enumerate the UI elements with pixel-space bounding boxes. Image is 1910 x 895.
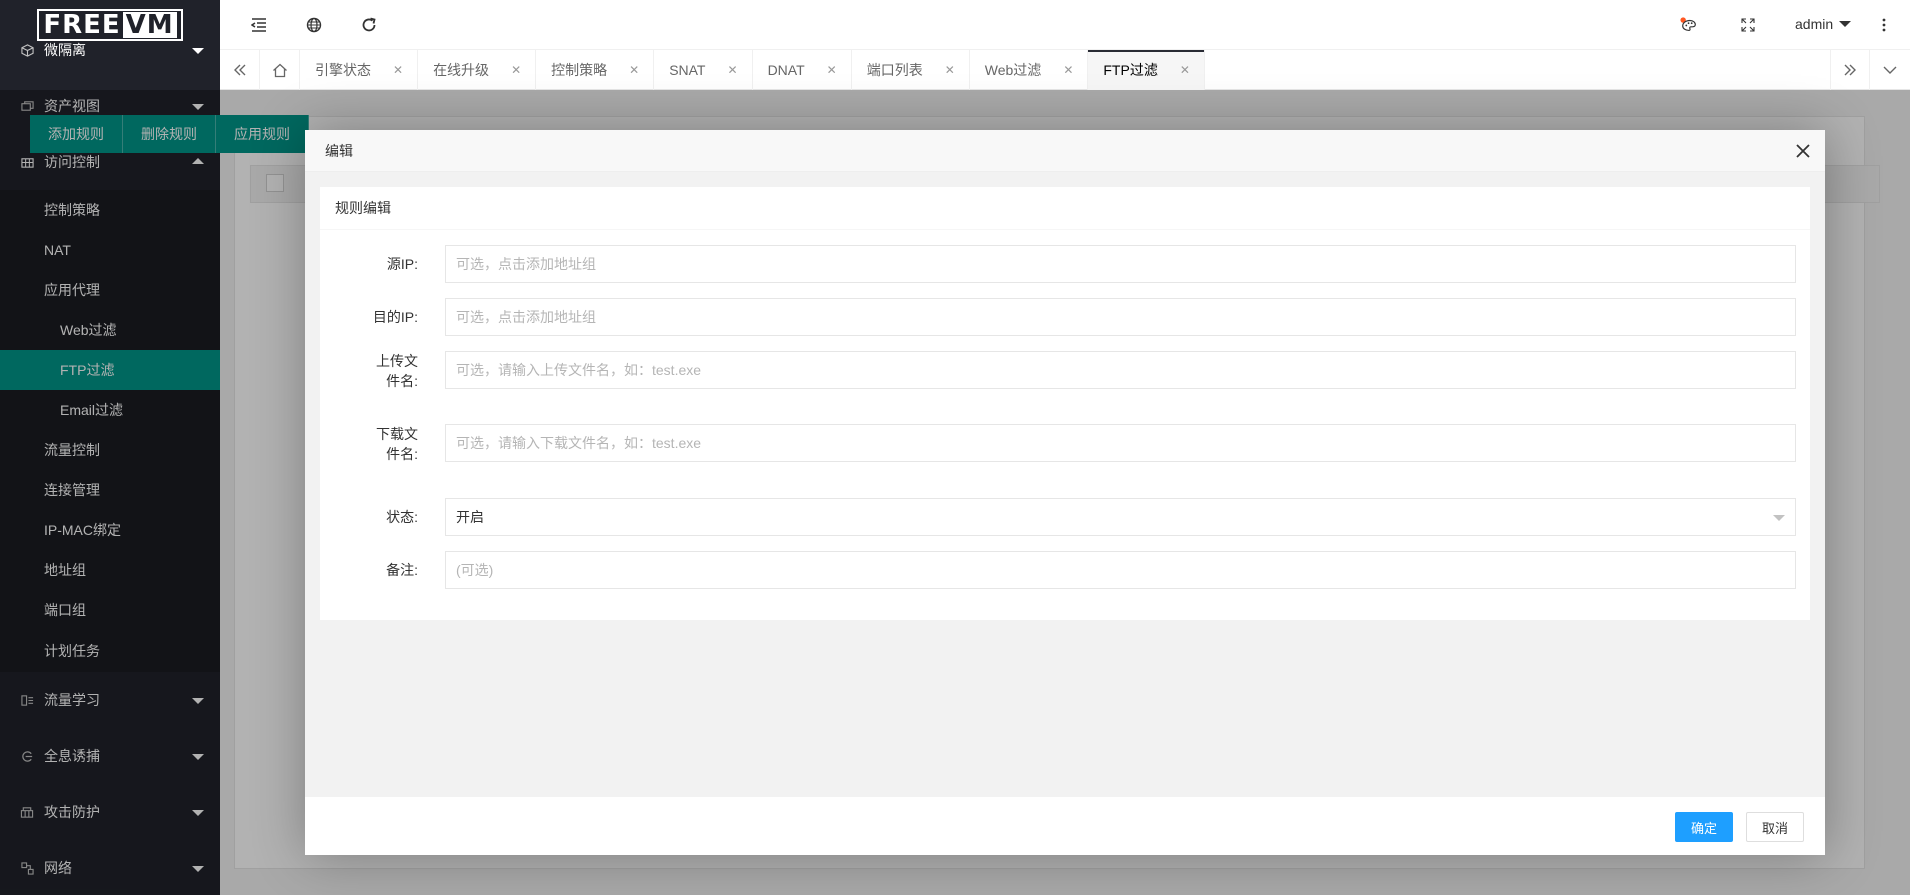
sidebar-item-label: 微隔离 [44,42,86,58]
close-tab-icon[interactable]: ✕ [393,63,403,77]
field-label: 下载文件名: [376,426,418,462]
home-tab-icon[interactable] [260,50,300,90]
chevron-down-icon [1773,515,1785,521]
fullscreen-icon[interactable] [1739,16,1757,34]
download-filename-input[interactable]: 可选，请输入下载文件名，如：test.exe [445,424,1796,462]
form-row-dst-ip: 目的IP: 可选，点击添加地址组 [320,298,1810,336]
cancel-button[interactable]: 取消 [1746,812,1805,842]
upload-filename-input[interactable]: 可选，请输入上传文件名，如：test.exe [445,351,1796,389]
tabs-spacer [1205,50,1830,89]
close-tab-icon[interactable]: ✕ [827,63,837,77]
form-row-src-ip: 源IP: 可选，点击添加地址组 [320,245,1810,283]
field-label: 状态: [386,509,418,525]
caret-down-icon [1839,21,1852,27]
panel-title: 规则编辑 [320,187,1810,230]
menu-fold-icon[interactable] [250,16,268,34]
status-select[interactable]: 开启 [445,498,1796,536]
dialog-titlebar: 编辑 [305,130,1825,172]
tab-label: 引擎状态 [315,62,371,78]
close-tab-icon[interactable]: ✕ [945,63,955,77]
tab-label: SNAT [669,62,706,78]
cube-icon [20,43,34,57]
tab-ftp-filter[interactable]: FTP过滤 ✕ [1088,50,1205,90]
src-ip-input[interactable]: 可选，点击添加地址组 [445,245,1796,283]
close-icon[interactable] [1793,141,1813,161]
rule-edit-panel: 规则编辑 源IP: 可选，点击添加地址组 目的IP: 可选，点击添加地址组 上传… [320,187,1810,620]
globe-icon[interactable] [305,16,323,34]
field-label: 备注: [386,562,418,578]
username: admin [1795,16,1834,32]
close-tab-icon[interactable]: ✕ [1180,63,1190,77]
theme-palette-icon[interactable] [1680,16,1698,34]
more-vertical-icon[interactable] [1875,16,1893,34]
tab-port-list[interactable]: 端口列表 ✕ [852,50,970,90]
tab-engine-status[interactable]: 引擎状态 ✕ [300,50,419,90]
tabs-scroll-left-icon[interactable] [220,50,260,90]
confirm-button[interactable]: 确定 [1675,812,1734,842]
sidebar-item-microsegmentation[interactable]: 微隔离 [0,22,220,78]
close-tab-icon[interactable]: ✕ [728,63,738,77]
status-select-value: 开启 [456,509,484,525]
tab-label: Web过滤 [984,62,1042,78]
page-tabs: 引擎状态 ✕ 在线升级 ✕ 控制策略 ✕ SNAT ✕ DNAT ✕ 端口列表 ✕ Web过… [220,50,1910,90]
field-label: 目的IP: [372,309,418,325]
refresh-icon[interactable] [360,16,378,34]
tabs-menu-chevron-down-icon[interactable] [1870,50,1910,90]
remark-input[interactable]: (可选) [445,551,1796,589]
tab-label: 控制策略 [551,62,608,78]
form-row-download-filename: 下载文件名: 可选，请输入下载文件名，如：test.exe [320,424,1810,484]
tab-control-policy[interactable]: 控制策略 ✕ [536,50,655,90]
user-menu[interactable]: admin [1795,16,1852,32]
dialog-body: 规则编辑 源IP: 可选，点击添加地址组 目的IP: 可选，点击添加地址组 上传… [305,172,1825,797]
dialog-footer: 确定 取消 [305,797,1825,855]
close-tab-icon[interactable]: ✕ [1063,63,1073,77]
tab-snat[interactable]: SNAT ✕ [654,50,753,90]
form-row-upload-filename: 上传文件名: 可选，请输入上传文件名，如：test.exe [320,351,1810,411]
field-label: 上传文件名: [376,353,418,389]
field-label: 源IP: [386,256,418,272]
tab-label: 端口列表 [866,62,923,78]
tab-online-upgrade[interactable]: 在线升级 ✕ [418,50,537,90]
tab-dnat[interactable]: DNAT ✕ [753,50,852,90]
edit-dialog: 编辑 规则编辑 源IP: 可选，点击添加地址组 目的IP: 可选，点击添加地址组… [305,130,1825,855]
tab-web-filter[interactable]: Web过滤 ✕ [970,50,1089,90]
close-tab-icon[interactable]: ✕ [629,63,639,77]
form-row-remark: 备注: (可选) [320,551,1810,589]
tabs-scroll-right-icon[interactable] [1830,50,1870,90]
close-tab-icon[interactable]: ✕ [511,63,521,77]
top-header: admin [220,0,1910,50]
tab-label: 在线升级 [433,62,490,78]
chevron-down-icon [192,48,204,54]
tab-label: FTP过滤 [1103,62,1158,78]
tab-label: DNAT [767,62,805,78]
form-row-status: 状态: 开启 [320,498,1810,536]
dialog-title: 编辑 [325,142,353,159]
dst-ip-input[interactable]: 可选，点击添加地址组 [445,298,1796,336]
